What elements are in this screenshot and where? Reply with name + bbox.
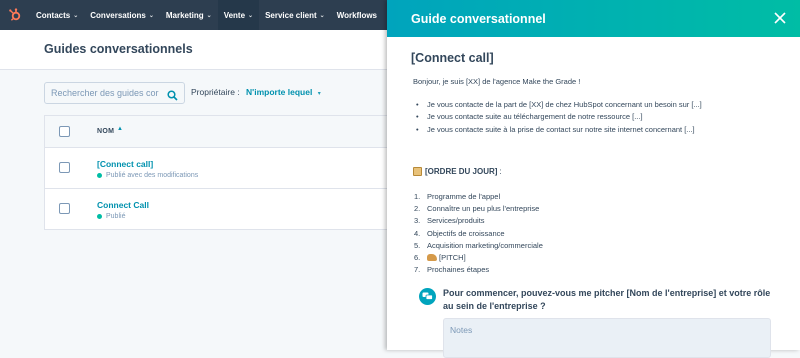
agenda-title: [ORDRE DU JOUR] — [425, 167, 498, 176]
page-header: Guides conversationnels — [0, 30, 388, 70]
nav-item-marketing[interactable]: Marketing ⌄ — [160, 0, 218, 30]
step-number: 7. — [414, 265, 421, 275]
question-icon — [419, 288, 436, 305]
chevron-down-icon: ▾ — [317, 91, 321, 97]
playbook-panel: Guide conversationnel [Connect call] Bon… — [387, 0, 800, 358]
owner-filter-dropdown[interactable]: N'importe lequel — [246, 87, 312, 97]
nav-item-label: Conversations — [90, 10, 146, 20]
step-text: Objectifs de croissance — [427, 228, 505, 238]
step-text: Connaître un peu plus l'entreprise — [427, 204, 540, 214]
close-icon[interactable] — [774, 11, 786, 24]
owner-filter[interactable]: Propriétaire : N'importe lequel ▾ — [191, 87, 321, 97]
agenda-step: 3. Services/produits — [414, 215, 543, 227]
intro-text: Bonjour, je suis [XX] de l'agence Make t… — [413, 77, 581, 86]
step-text: Programme de l'appel — [427, 192, 501, 201]
column-header-name[interactable]: NOM — [97, 128, 114, 135]
row-checkbox[interactable] — [59, 162, 70, 173]
list-item: Je vous contacte de la part de [XX] de c… — [416, 99, 702, 112]
nav-item-label: Contacts — [36, 10, 71, 20]
step-number: 2. — [414, 204, 421, 214]
step-text: Prochaines étapes — [427, 265, 490, 275]
status-dot-icon — [97, 173, 102, 178]
notes-placeholder: Notes — [450, 325, 473, 335]
playbook-link[interactable]: Connect Call — [97, 200, 149, 210]
step-number: 1. — [414, 192, 421, 201]
agenda-colon: : — [499, 167, 502, 176]
step-text: Services/produits — [427, 216, 485, 226]
question-text: Pour commencer, pouvez-vous me pitcher [… — [443, 288, 771, 311]
agenda-steps-list: 1. Programme de l'appel 2. Connaître un peu… — [414, 191, 543, 276]
nav-item-service-client[interactable]: Service client ⌄ — [259, 0, 331, 30]
nav-item-label: Marketing — [165, 10, 204, 20]
table-row: [Connect call] Publié avec des modificati… — [45, 148, 388, 189]
status-text: Publié — [106, 213, 126, 220]
agenda-step: 6. [PITCH] — [414, 252, 543, 264]
step-number: 4. — [414, 228, 421, 238]
chevron-down-icon: ⌄ — [206, 12, 212, 19]
row-checkbox[interactable] — [59, 203, 70, 214]
page-title: Guides conversationnels — [44, 42, 193, 56]
step-text: [PITCH] — [439, 253, 466, 263]
step-number: 6. — [414, 253, 421, 263]
scroll-icon — [413, 167, 422, 176]
playbook-link[interactable]: [Connect call] — [97, 159, 153, 169]
nav-item-conversations[interactable]: Conversations ⌄ — [84, 0, 160, 30]
nav-item-workflows[interactable]: Workflows — [331, 0, 383, 30]
status-badge: Publié — [97, 213, 125, 220]
search-input[interactable]: Rechercher des guides cor — [44, 82, 185, 104]
panel-header: Guide conversationnel — [387, 0, 800, 37]
nav-item-contacts[interactable]: Contacts ⌄ — [30, 0, 84, 30]
playbooks-table: NOM ▲ [Connect call] Publié avec des modi… — [44, 115, 388, 230]
search-icon[interactable] — [167, 88, 178, 106]
agenda-step: 2. Connaître un peu plus l'entreprise — [414, 203, 543, 215]
intro-bullet-list: Je vous contacte de la part de [XX] de c… — [416, 99, 702, 137]
panel-title: Guide conversationnel — [411, 12, 546, 26]
status-text: Publié avec des modifications — [106, 172, 199, 179]
sort-ascending-icon[interactable]: ▲ — [117, 126, 123, 132]
playbook-title: [Connect call] — [411, 51, 494, 65]
list-item: Je vous contacte suite à la prise de con… — [416, 124, 702, 137]
agenda-step: 7. Prochaines étapes — [414, 264, 543, 276]
select-all-checkbox[interactable] — [59, 126, 70, 137]
chevron-down-icon: ⌄ — [319, 12, 325, 19]
step-text: Acquisition marketing/commerciale — [427, 240, 543, 250]
agenda-heading: [ORDRE DU JOUR] : — [413, 167, 502, 176]
list-item: Je vous contacte suite au téléchargement… — [416, 111, 702, 124]
table-row: Connect Call Publié — [45, 189, 388, 230]
chevron-down-icon: ⌄ — [148, 12, 154, 19]
agenda-step: 5. Acquisition marketing/commerciale — [414, 240, 543, 252]
chevron-down-icon: ⌄ — [248, 12, 254, 19]
owner-filter-label: Propriétaire : — [191, 87, 240, 97]
table-header: NOM ▲ — [45, 116, 388, 148]
status-dot-icon — [97, 214, 102, 219]
step-number: 3. — [414, 216, 421, 226]
chevron-down-icon: ⌄ — [73, 12, 79, 19]
notes-textarea[interactable]: Notes — [443, 318, 771, 358]
status-badge: Publié avec des modifications — [97, 172, 198, 179]
agenda-step: 1. Programme de l'appel — [414, 191, 543, 203]
nav-item-label: Service client — [265, 10, 317, 20]
step-number: 5. — [414, 240, 421, 250]
nav-item-label: Workflows — [336, 10, 378, 20]
agenda-step: 4. Objectifs de croissance — [414, 228, 543, 240]
nav-item-vente[interactable]: Vente ⌄ — [217, 0, 260, 30]
pointing-hand-icon — [427, 254, 437, 262]
search-placeholder: Rechercher des guides cor — [51, 88, 159, 98]
hubspot-logo-icon[interactable] — [0, 0, 30, 30]
playbooks-page: Guides conversationnels Rechercher des g… — [0, 30, 388, 350]
nav-item-label: Vente — [223, 10, 246, 20]
